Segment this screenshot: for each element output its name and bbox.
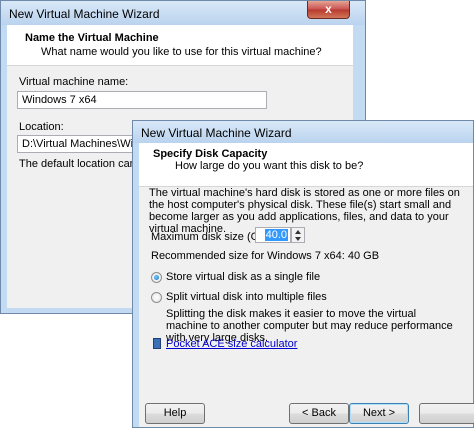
max-disk-input[interactable]: 40.0	[255, 227, 291, 243]
front-header-title: Specify Disk Capacity	[153, 148, 268, 160]
next-button[interactable]: Next >	[349, 403, 409, 424]
close-icon[interactable]: x	[307, 1, 350, 19]
radio-split-files[interactable]	[151, 292, 162, 303]
back-window-header: Name the Virtual Machine What name would…	[7, 25, 353, 66]
front-window-title: New Virtual Machine Wizard	[141, 126, 292, 140]
vm-name-label: Virtual machine name:	[19, 76, 129, 88]
max-disk-value: 40.0	[264, 229, 288, 241]
spin-down-icon[interactable]	[295, 237, 301, 241]
option-single-label[interactable]: Store virtual disk as a single file	[166, 271, 320, 283]
recommended-size: Recommended size for Windows 7 x64: 40 G…	[151, 250, 380, 262]
front-window-titlebar[interactable]: New Virtual Machine Wizard	[133, 121, 473, 143]
front-header-subtitle: How large do you want this disk to be?	[175, 160, 364, 172]
front-window-body: The virtual machine's hard disk is store…	[139, 187, 474, 427]
pocket-ace-calculator-link[interactable]: Pocket ACE size calculator	[166, 338, 297, 350]
option-split-label[interactable]: Split virtual disk into multiple files	[166, 291, 327, 303]
front-window-header: Specify Disk Capacity How large do you w…	[139, 143, 473, 187]
vm-name-input[interactable]: Windows 7 x64	[17, 91, 267, 109]
max-disk-spinner[interactable]	[291, 227, 305, 243]
location-label: Location:	[19, 121, 64, 133]
back-header-subtitle: What name would you like to use for this…	[41, 46, 322, 58]
spin-up-icon[interactable]	[295, 230, 301, 234]
front-wizard-window: New Virtual Machine Wizard Specify Disk …	[132, 120, 474, 428]
cancel-button-partial[interactable]	[419, 403, 474, 424]
location-input[interactable]: D:\Virtual Machines\Windows	[17, 135, 137, 153]
calculator-icon	[153, 338, 161, 349]
back-header-title: Name the Virtual Machine	[25, 32, 159, 44]
help-button[interactable]: Help	[145, 403, 205, 424]
radio-single-file[interactable]	[151, 272, 162, 283]
back-button[interactable]: < Back	[289, 403, 349, 424]
disk-description: The virtual machine's hard disk is store…	[149, 187, 460, 235]
back-window-title: New Virtual Machine Wizard	[9, 7, 160, 21]
